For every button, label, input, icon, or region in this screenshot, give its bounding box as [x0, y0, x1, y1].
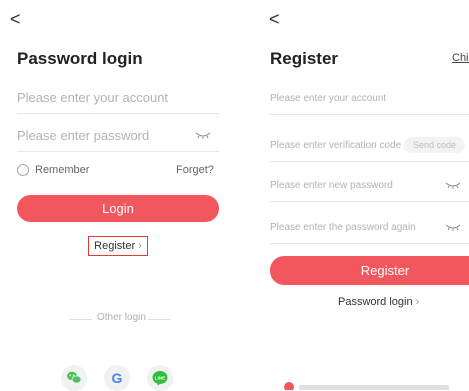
register-button[interactable]: Register: [270, 256, 469, 285]
register-link[interactable]: Register ›: [88, 236, 148, 256]
divider-line-left: [70, 319, 92, 320]
other-login-divider: Other login: [70, 311, 170, 327]
page-title: Password login: [17, 49, 143, 68]
new-password-field[interactable]: Please enter new password: [270, 171, 469, 202]
password-placeholder: Please enter password: [17, 128, 150, 143]
back-arrow-icon: <: [269, 9, 280, 29]
password-field[interactable]: Please enter password: [17, 121, 219, 152]
eye-closed-icon[interactable]: [445, 222, 461, 232]
register-link-label: Register: [94, 240, 136, 252]
wechat-icon: [67, 371, 82, 384]
google-login-button[interactable]: G: [104, 365, 130, 391]
chevron-right-icon: ›: [415, 296, 420, 308]
remember-label: Remember: [35, 164, 90, 176]
register-panel: < Register Chin Please enter your accoun…: [255, 0, 469, 390]
verification-code-placeholder: Please enter verification code: [270, 140, 402, 151]
chevron-right-icon: ›: [138, 240, 142, 252]
wechat-login-button[interactable]: [61, 365, 87, 391]
line-logo-text: LINE: [155, 376, 165, 381]
send-code-button[interactable]: Send code: [403, 137, 465, 153]
agreement-radio-icon[interactable]: [284, 382, 294, 390]
account-placeholder: Please enter your account: [270, 93, 387, 104]
forget-link[interactable]: Forget?: [176, 164, 214, 176]
new-password-placeholder: Please enter new password: [270, 180, 393, 191]
language-switch[interactable]: Chin: [452, 52, 469, 64]
remember-checkbox[interactable]: Remember: [17, 164, 90, 177]
account-field[interactable]: Please enter your account: [17, 83, 219, 114]
other-login-label: Other login: [97, 312, 146, 323]
password-login-panel: < Password login Please enter your accou…: [0, 0, 237, 391]
password-login-link[interactable]: Password login ›: [338, 296, 419, 308]
confirm-password-placeholder: Please enter the password again: [270, 222, 416, 233]
divider-line-right: [148, 319, 170, 320]
radio-circle-icon: [17, 164, 29, 177]
line-login-button[interactable]: LINE: [147, 365, 173, 391]
back-button[interactable]: <: [269, 10, 280, 28]
back-arrow-icon: <: [10, 9, 21, 29]
verification-code-field[interactable]: Please enter verification code Send code: [270, 131, 469, 162]
account-placeholder: Please enter your account: [17, 90, 169, 105]
google-icon: G: [111, 370, 123, 386]
eye-closed-icon[interactable]: [445, 180, 461, 190]
login-button[interactable]: Login: [17, 195, 219, 222]
line-icon: LINE: [152, 371, 168, 386]
password-login-label: Password login: [338, 296, 413, 308]
back-button[interactable]: <: [10, 10, 21, 28]
agreement-text-cutoff: [299, 385, 449, 390]
eye-closed-icon[interactable]: [195, 130, 211, 140]
page-title: Register: [270, 49, 339, 68]
confirm-password-field[interactable]: Please enter the password again: [270, 213, 469, 244]
account-field[interactable]: Please enter your account: [270, 84, 469, 115]
